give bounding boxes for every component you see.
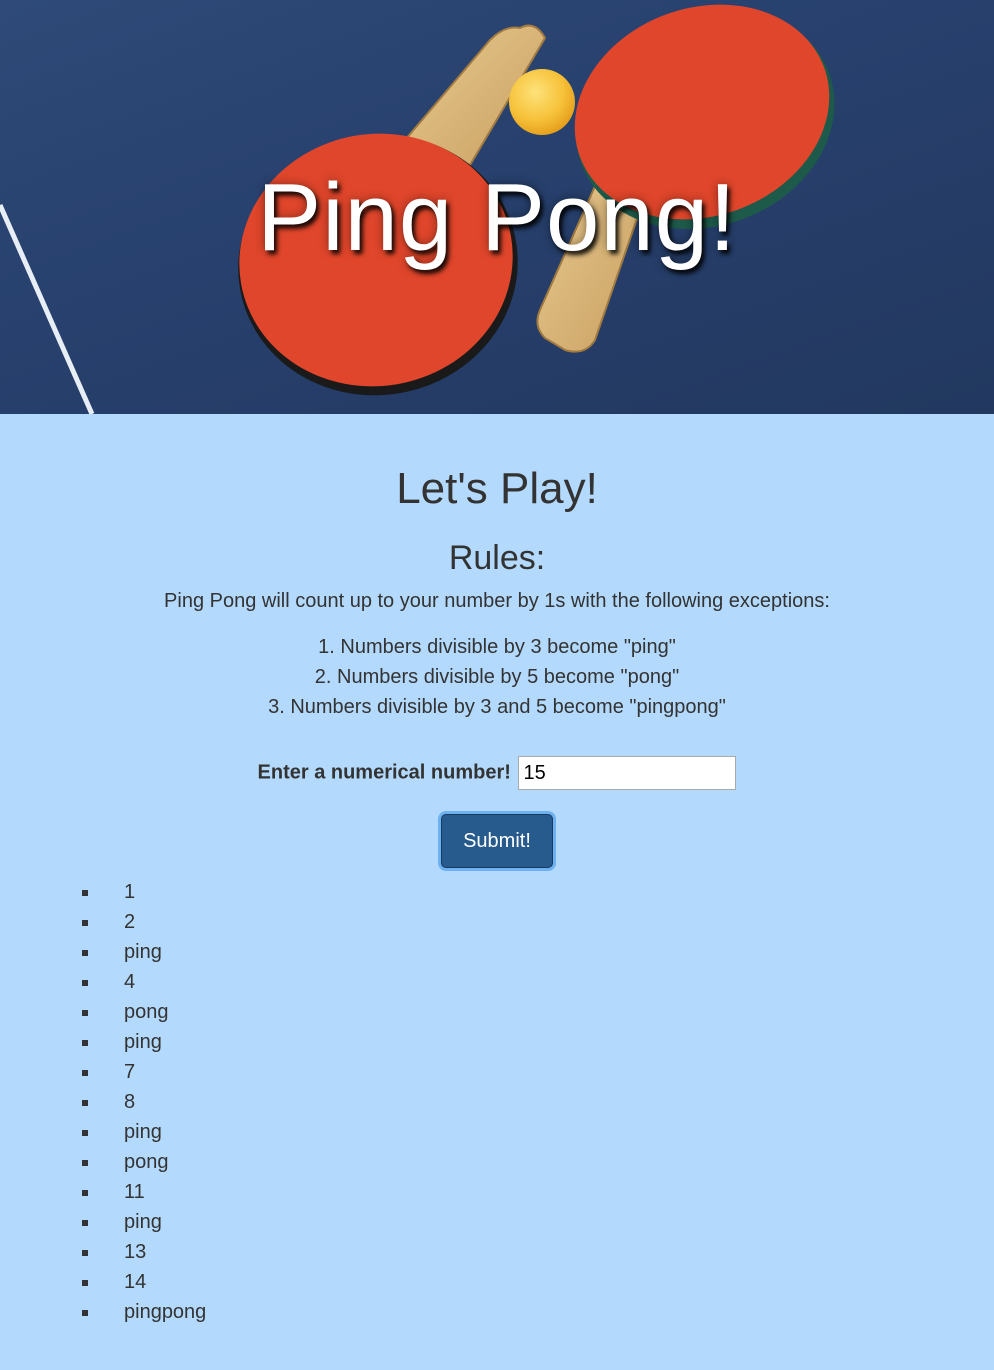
- result-value: 11: [124, 1181, 145, 1203]
- bullet-icon: [82, 890, 88, 896]
- result-value: 7: [124, 1061, 136, 1083]
- bullet-icon: [82, 980, 88, 986]
- main-content: Let's Play! Rules: Ping Pong will count …: [0, 414, 994, 868]
- result-item: ping: [0, 1117, 206, 1147]
- result-item: 11: [0, 1177, 206, 1207]
- bullet-icon: [82, 1130, 88, 1136]
- rules-list: 1. Numbers divisible by 3 become "ping" …: [0, 632, 994, 722]
- submit-button[interactable]: Submit!: [441, 814, 553, 868]
- result-value: 14: [124, 1271, 147, 1293]
- hero-title: Ping Pong!: [257, 164, 737, 271]
- bullet-icon: [82, 1220, 88, 1226]
- result-item: ping: [0, 937, 206, 967]
- number-form: Enter a numerical number! Submit!: [0, 756, 994, 868]
- result-value: ping: [124, 1121, 162, 1143]
- result-item: 8: [0, 1087, 206, 1117]
- bullet-icon: [82, 1070, 88, 1076]
- hero-banner: Ping Pong!: [0, 0, 994, 414]
- result-item: ping: [0, 1027, 206, 1057]
- rules-intro: Ping Pong will count up to your number b…: [164, 590, 830, 612]
- bullet-icon: [82, 1100, 88, 1106]
- rules-heading: Rules:: [448, 539, 546, 577]
- result-value: 2: [124, 911, 136, 933]
- bullet-icon: [82, 950, 88, 956]
- bullet-icon: [82, 1280, 88, 1286]
- result-value: ping: [124, 1031, 162, 1053]
- page-heading: Let's Play!: [396, 464, 598, 513]
- rule-item: 1. Numbers divisible by 3 become "ping": [318, 636, 676, 658]
- result-item: ping: [0, 1207, 206, 1237]
- bullet-icon: [82, 1160, 88, 1166]
- result-item: pong: [0, 997, 206, 1027]
- result-item: pingpong: [0, 1297, 206, 1327]
- result-item: 1: [0, 877, 206, 907]
- rule-item: 3. Numbers divisible by 3 and 5 become "…: [268, 696, 726, 718]
- result-value: ping: [124, 941, 162, 963]
- result-value: 13: [124, 1241, 147, 1263]
- form-row: Enter a numerical number!: [0, 756, 994, 790]
- result-item: 4: [0, 967, 206, 997]
- result-item: 14: [0, 1267, 206, 1297]
- result-item: 13: [0, 1237, 206, 1267]
- number-input[interactable]: [518, 756, 737, 790]
- bullet-icon: [82, 1250, 88, 1256]
- results-list: 1 2 ping 4 pong ping 7 8 ping pong 11 pi…: [0, 877, 206, 1327]
- result-value: pong: [124, 1001, 169, 1023]
- bullet-icon: [82, 1310, 88, 1316]
- result-item: 2: [0, 907, 206, 937]
- result-value: ping: [124, 1211, 162, 1233]
- result-value: pingpong: [124, 1301, 207, 1323]
- result-item: 7: [0, 1057, 206, 1087]
- bullet-icon: [82, 1190, 88, 1196]
- ping-pong-ball: [509, 69, 575, 135]
- rule-item: 2. Numbers divisible by 5 become "pong": [314, 666, 680, 688]
- button-row: Submit!: [0, 814, 994, 868]
- result-value: 4: [124, 971, 136, 993]
- result-value: 8: [124, 1091, 136, 1113]
- result-value: pong: [124, 1151, 169, 1173]
- bullet-icon: [82, 920, 88, 926]
- result-value: 1: [124, 881, 136, 903]
- bullet-icon: [82, 1040, 88, 1046]
- number-label: Enter a numerical number!: [257, 761, 511, 784]
- bullet-icon: [82, 1010, 88, 1016]
- result-item: pong: [0, 1147, 206, 1177]
